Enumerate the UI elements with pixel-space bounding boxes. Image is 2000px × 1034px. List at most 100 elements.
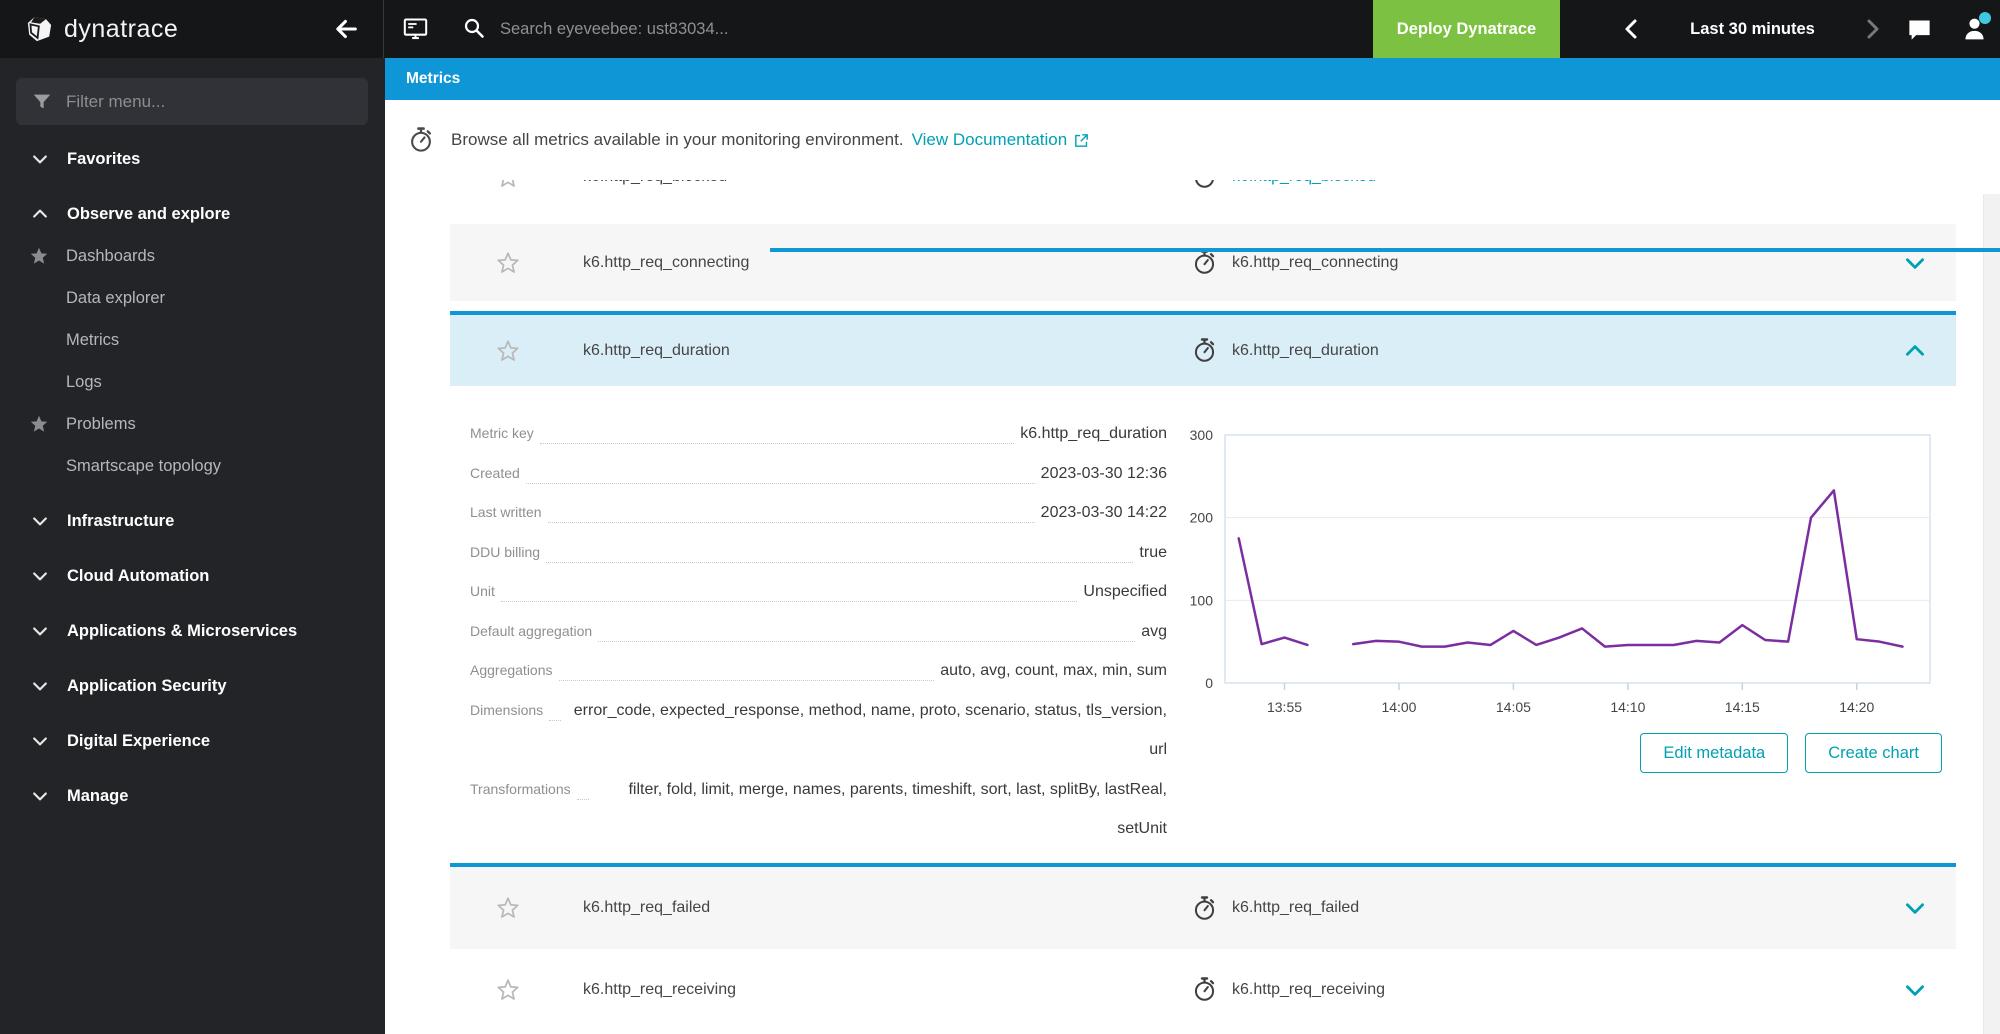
- chevron-down-icon: [30, 676, 50, 696]
- sidebar-section-favorites[interactable]: Favorites: [0, 138, 385, 180]
- svg-text:14:05: 14:05: [1496, 699, 1531, 715]
- view-documentation-link[interactable]: View Documentation: [912, 130, 1091, 150]
- brand-name: dynatrace: [64, 15, 178, 44]
- metric-row-connecting[interactable]: k6.http_req_connecting k6.http_req_conne…: [450, 224, 1956, 301]
- sidebar-section-application-security[interactable]: Application Security: [0, 665, 385, 707]
- search-input[interactable]: Search eyeveebee: ust83034...: [500, 0, 728, 58]
- sidebar-section-applications-microservices[interactable]: Applications & Microservices: [0, 610, 385, 652]
- section-label: Applications & Microservices: [67, 622, 297, 641]
- user-menu-button[interactable]: [1960, 14, 1989, 48]
- stopwatch-icon: [1191, 895, 1218, 922]
- metadata-label: Metric key: [470, 414, 534, 454]
- metadata-row: Transformations filter, fold, limit, mer…: [470, 770, 1167, 849]
- metadata-value: error_code, expected_response, method, n…: [567, 691, 1167, 770]
- section-label: Favorites: [67, 150, 140, 169]
- metric-row[interactable]: k6.http_req_blocked k6.http_req_blocked: [450, 180, 1956, 190]
- metadata-row: Unit Unspecified: [470, 572, 1167, 612]
- sidebar-item-smartscape-topology[interactable]: Smartscape topology: [0, 445, 385, 487]
- metadata-value: Unspecified: [1083, 572, 1167, 612]
- metric-row-duration[interactable]: k6.http_req_duration k6.http_req_duratio…: [450, 315, 1956, 386]
- sidebar-section-digital-experience[interactable]: Digital Experience: [0, 720, 385, 762]
- dynatrace-logo[interactable]: dynatrace: [24, 0, 178, 58]
- sidebar-section-infrastructure[interactable]: Infrastructure: [0, 500, 385, 542]
- sidebar-section-manage[interactable]: Manage: [0, 775, 385, 817]
- star-outline-icon[interactable]: [495, 180, 521, 190]
- metric-display-name: k6.http_req_connecting: [1232, 254, 1902, 272]
- metadata-label: Aggregations: [470, 651, 553, 691]
- chevron-left-icon: [1620, 17, 1644, 41]
- star-icon: [28, 245, 50, 267]
- star-outline-icon[interactable]: [495, 338, 521, 364]
- metadata-label: Unit: [470, 572, 495, 612]
- dotted-leader: [548, 522, 1035, 523]
- metric-key: k6.http_req_blocked: [583, 180, 1191, 186]
- chevron-down-icon[interactable]: [1902, 977, 1928, 1003]
- metric-chart-svg: 010020030013:5514:0014:0514:1014:1514:20: [1185, 427, 1945, 723]
- svg-text:13:55: 13:55: [1267, 699, 1302, 715]
- list-top-divider: [770, 248, 2000, 252]
- vertical-scrollbar[interactable]: [1983, 194, 2000, 1034]
- svg-text:0: 0: [1205, 675, 1213, 691]
- metric-key: k6.http_req_connecting: [583, 254, 1191, 272]
- sidebar-item-label: Smartscape topology: [66, 457, 221, 476]
- metadata-row: Dimensions error_code, expected_response…: [470, 691, 1167, 770]
- sidebar-item-label: Metrics: [66, 331, 119, 350]
- chevron-down-icon: [30, 566, 50, 586]
- chevron-down-icon: [30, 621, 50, 641]
- sidebar-filter-box[interactable]: [16, 78, 368, 125]
- star-outline-icon[interactable]: [495, 250, 521, 276]
- section-label: Digital Experience: [67, 732, 210, 751]
- metadata-row: Created 2023-03-30 12:36: [470, 454, 1167, 494]
- sidebar-item-dashboards[interactable]: Dashboards: [0, 235, 385, 277]
- metadata-label: DDU billing: [470, 533, 540, 573]
- svg-text:100: 100: [1190, 592, 1214, 608]
- metadata-value: filter, fold, limit, merge, names, paren…: [595, 770, 1167, 849]
- topbar: dynatrace Search eyeveebee: ust83034... …: [0, 0, 2000, 58]
- sidebar-section-observe-and-explore[interactable]: Observe and explore: [0, 193, 385, 235]
- dynatrace-cube-icon: [24, 14, 55, 45]
- section-label: Infrastructure: [67, 512, 174, 531]
- chevron-down-icon[interactable]: [1902, 250, 1928, 276]
- environment-button[interactable]: [402, 15, 429, 42]
- section-label: Cloud Automation: [67, 567, 209, 586]
- chevron-up-icon[interactable]: [1902, 338, 1928, 364]
- info-banner: Browse all metrics available in your mon…: [385, 100, 2000, 180]
- main-content: Metrics Browse all metrics available in …: [385, 58, 2000, 1034]
- section-label: Observe and explore: [67, 205, 230, 224]
- metric-row-failed[interactable]: k6.http_req_failed k6.http_req_failed: [450, 867, 1956, 949]
- notification-dot: [1979, 12, 1991, 24]
- svg-text:14:15: 14:15: [1725, 699, 1760, 715]
- sidebar-item-data-explorer[interactable]: Data explorer: [0, 277, 385, 319]
- topbar-divider: [383, 0, 384, 58]
- star-outline-icon[interactable]: [495, 977, 521, 1003]
- funnel-icon: [31, 91, 53, 113]
- timeframe-selector[interactable]: Last 30 minutes: [1660, 0, 1845, 58]
- sidebar-item-metrics[interactable]: Metrics: [0, 319, 385, 361]
- star-icon: [28, 413, 50, 435]
- dotted-leader: [526, 483, 1035, 484]
- metadata-label: Last written: [470, 493, 542, 533]
- metric-row-receiving[interactable]: k6.http_req_receiving k6.http_req_receiv…: [450, 949, 1956, 1030]
- deploy-dynatrace-button[interactable]: Deploy Dynatrace: [1373, 0, 1560, 58]
- sidebar-item-logs[interactable]: Logs: [0, 361, 385, 403]
- create-chart-button[interactable]: Create chart: [1805, 733, 1942, 773]
- external-link-icon: [1073, 132, 1090, 149]
- sidebar: Favorites Observe and explore Dashboards…: [0, 58, 385, 1034]
- star-outline-icon[interactable]: [495, 895, 521, 921]
- chevron-down-icon: [30, 731, 50, 751]
- filter-menu-input[interactable]: [66, 92, 346, 112]
- metadata-label: Transformations: [470, 770, 571, 810]
- collapse-sidebar-button[interactable]: [332, 15, 360, 43]
- sidebar-item-label: Problems: [66, 415, 136, 434]
- chat-button[interactable]: [1906, 16, 1933, 43]
- stopwatch-icon: [407, 126, 435, 154]
- chevron-down-icon[interactable]: [1902, 895, 1928, 921]
- sidebar-item-problems[interactable]: Problems: [0, 403, 385, 445]
- time-back-button[interactable]: [1620, 17, 1644, 41]
- sidebar-section-cloud-automation[interactable]: Cloud Automation: [0, 555, 385, 597]
- metadata-value: avg: [1141, 612, 1167, 652]
- time-forward-button[interactable]: [1860, 17, 1884, 41]
- metadata-value: true: [1139, 533, 1167, 573]
- edit-metadata-button[interactable]: Edit metadata: [1640, 733, 1788, 773]
- search-button[interactable]: [462, 16, 486, 40]
